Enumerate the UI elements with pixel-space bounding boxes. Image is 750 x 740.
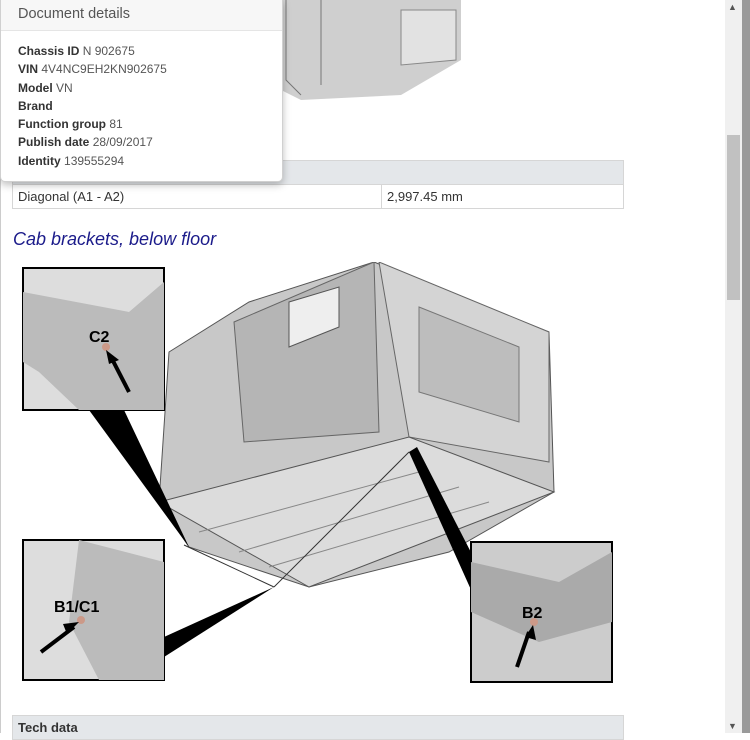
detail-publish-date: Publish date 28/09/2017 (18, 135, 153, 150)
callout-c2: C2 (89, 329, 110, 346)
detail-vin: VIN 4V4NC9EH2KN902675 (18, 62, 167, 77)
detail-brand: Brand (18, 98, 53, 113)
callout-b1c1: B1/C1 (54, 599, 99, 616)
inset-b1c1: B1/C1 (22, 539, 165, 681)
inset-c2: C2 (22, 267, 165, 411)
section-title: Cab brackets, below floor (13, 229, 217, 249)
background-window-edge (742, 0, 750, 733)
scroll-up-arrow-icon[interactable]: ▲ (728, 2, 737, 12)
table-row: Diagonal (A1 - A2) 2,997.45 mm (12, 184, 624, 209)
cab-top-image (281, 0, 461, 100)
callout-b2: B2 (522, 605, 543, 622)
inset-b2: B2 (470, 541, 613, 683)
detail-chassis-id: Chassis ID N 902675 (18, 44, 135, 58)
measure-value: 2,997.45 mm (381, 184, 624, 209)
scrollbar-thumb[interactable] (727, 135, 740, 300)
detail-model: Model VN (18, 80, 73, 95)
document-details-popup: Document details Chassis ID N 902675 VIN… (0, 0, 283, 182)
vertical-scrollbar[interactable]: ▲ ▼ (725, 0, 742, 733)
detail-identity: Identity 139555294 (18, 153, 125, 168)
tech-data-header: Tech data (12, 715, 624, 740)
tech-data-table: Tech data (12, 715, 624, 740)
cab-brackets-figure: C2 B1/C1 B2 (22, 262, 613, 683)
detail-function-group: Function group 81 (18, 117, 123, 132)
scroll-down-arrow-icon[interactable]: ▼ (728, 721, 737, 731)
popup-title: Document details (1, 0, 282, 31)
measure-label: Diagonal (A1 - A2) (12, 184, 382, 209)
